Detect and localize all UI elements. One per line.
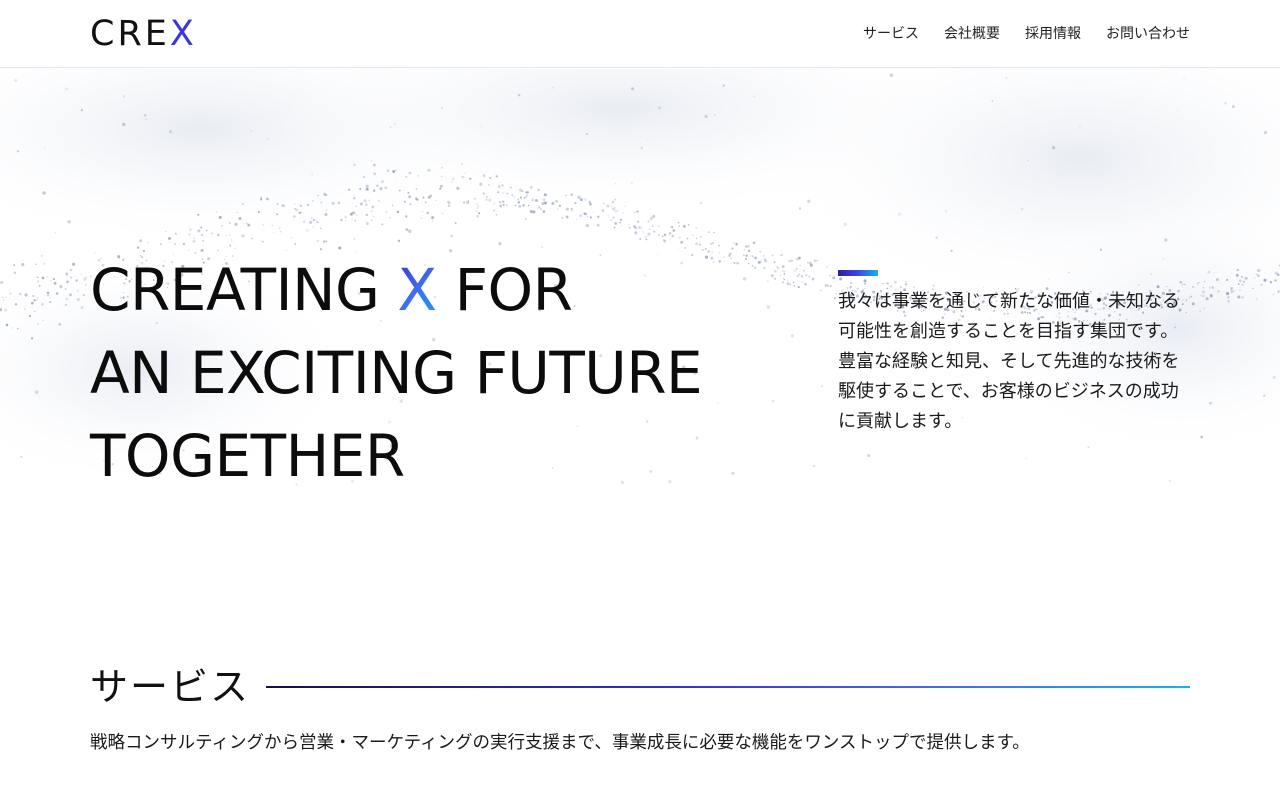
- nav-link-recruit[interactable]: 採用情報: [1025, 23, 1081, 45]
- hero-section: CREATING X FOR AN EXCITING FUTURE TOGETH…: [0, 69, 1280, 569]
- hero-paragraph-2: 豊富な経験と知見、そして先進的な技術を駆使することで、お客様のビジネスの成功に貢…: [838, 351, 1180, 432]
- main-nav: サービス 会社概要 採用情報 お問い合わせ: [863, 23, 1190, 45]
- hero-title-line-2: AN EXCITING FUTURE: [90, 339, 703, 407]
- logo-text: CRE: [90, 14, 170, 54]
- hero-title-word: FOR: [436, 256, 573, 324]
- nav-link-contact[interactable]: お問い合わせ: [1106, 23, 1190, 45]
- logo-x-mark: X: [169, 14, 197, 54]
- services-divider: [266, 686, 1190, 688]
- hero-description: 我々は事業を通じて新たな価値・未知なる可能性を創造することを目指す集団です。 豊…: [838, 287, 1188, 437]
- crex-logo[interactable]: CRE X: [90, 14, 197, 54]
- nav-link-services[interactable]: サービス: [863, 23, 919, 45]
- hero-paragraph-1: 我々は事業を通じて新たな価値・未知なる可能性を創造することを目指す集団です。: [838, 291, 1180, 342]
- nav-link-company[interactable]: 会社概要: [944, 23, 1000, 45]
- hero-title-line-1: CREATING X FOR: [90, 249, 790, 332]
- hero-title-word: CREATING: [90, 256, 398, 324]
- services-title: サービス: [90, 665, 251, 709]
- services-heading: サービス: [90, 662, 1190, 712]
- hero-title-x: X: [397, 256, 437, 324]
- hero-title-line-3: TOGETHER: [90, 422, 405, 490]
- site-header: CRE X サービス 会社概要 採用情報 お問い合わせ: [0, 0, 1280, 68]
- services-description: 戦略コンサルティングから営業・マーケティングの実行支援まで、事業成長に必要な機能…: [90, 733, 1030, 753]
- hero-accent-bar: [838, 270, 878, 276]
- hero-title: CREATING X FOR AN EXCITING FUTURE TOGETH…: [90, 249, 790, 498]
